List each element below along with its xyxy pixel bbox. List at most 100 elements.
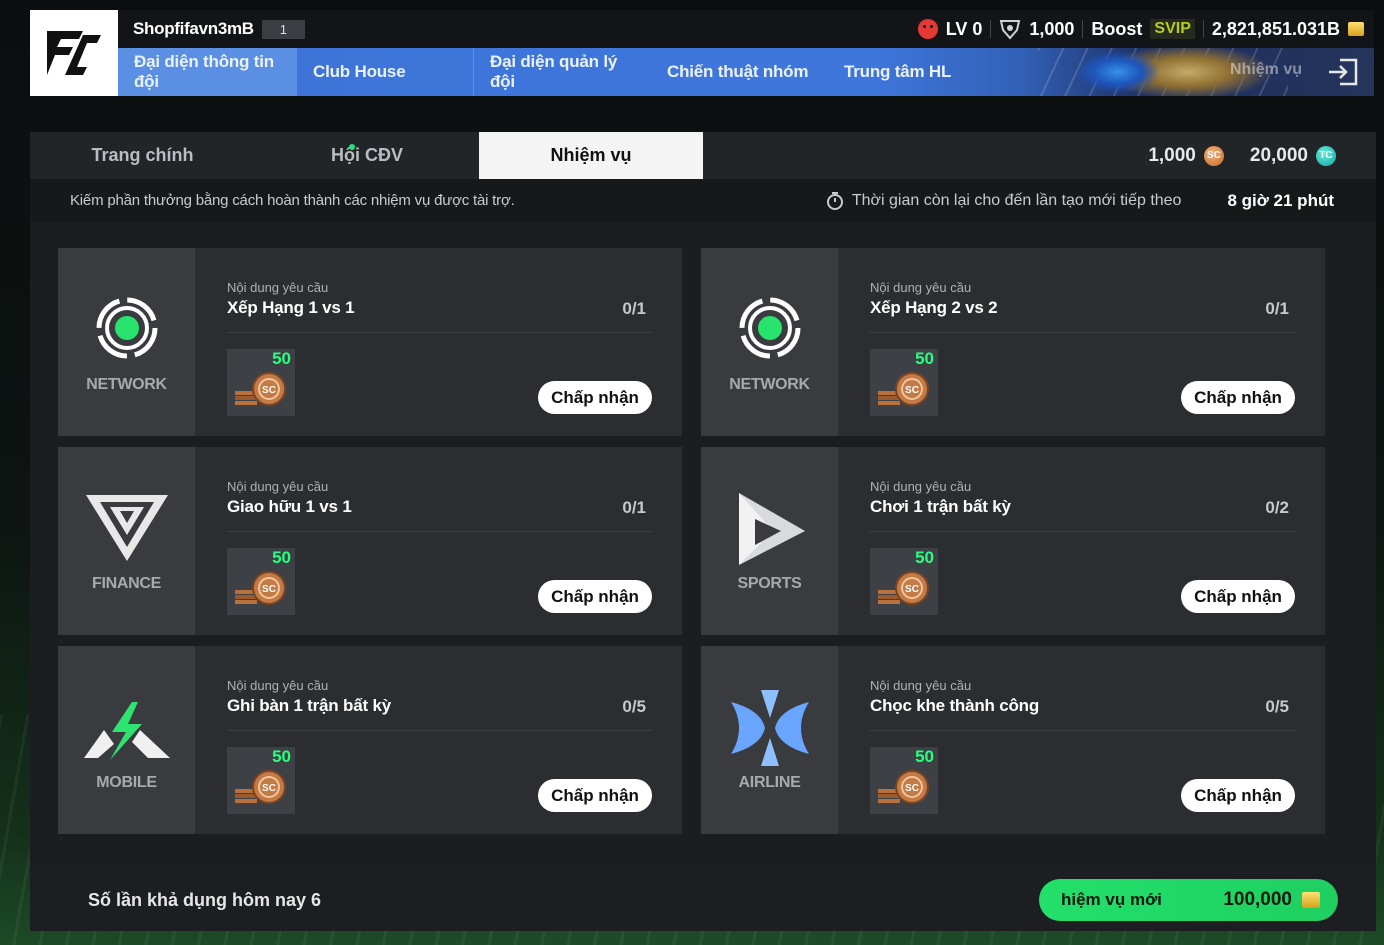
notification-dot (349, 144, 355, 150)
tc-coin-icon: TC (1316, 145, 1336, 166)
reward-amount: 50 (272, 747, 291, 766)
sc-coins-stack-icon: SC (235, 372, 286, 406)
sponsor-logo: AIRLINE (701, 646, 838, 834)
timer-value: 8 giờ 21 phút (1227, 190, 1334, 210)
mission-card: FINANCE Nội dung yêu cầu Giao hữu 1 vs 1… (58, 447, 682, 635)
accept-button[interactable]: Chấp nhận (538, 580, 652, 613)
nav-label: Đại diện quản lý đội (490, 52, 618, 91)
mission-title: Ghi bàn 1 trận bất kỳ (227, 696, 391, 715)
accept-button[interactable]: Chấp nhận (538, 381, 652, 414)
reward-item[interactable]: SC 50 (227, 747, 295, 814)
divider (990, 20, 992, 38)
divider (227, 730, 652, 731)
sports-logo (738, 493, 805, 565)
nav-team-tactics[interactable]: Chiến thuật nhóm (651, 48, 828, 96)
nav-label: Trung tâm HL (844, 62, 952, 81)
brand-name: NETWORK (729, 376, 810, 393)
new-mission-button[interactable]: hiệm vụ mới 100,000 (1039, 879, 1338, 921)
divider (1082, 20, 1084, 38)
mission-card: MOBILE Nội dung yêu cầu Ghi bàn 1 trận b… (58, 646, 682, 834)
svg-text:SC: SC (905, 584, 919, 595)
accept-button[interactable]: Chấp nhận (1181, 580, 1295, 613)
card-body: Nội dung yêu cầu Xếp Hạng 1 vs 1 0/1 SC … (195, 248, 682, 436)
finance-logo (85, 495, 168, 561)
sc-coins-stack-icon: SC (235, 770, 286, 804)
svip-badge: SVIP (1150, 19, 1195, 39)
reward-amount: 50 (272, 548, 291, 567)
reward-item[interactable]: SC 50 (870, 548, 938, 615)
reward-item[interactable]: SC 50 (227, 349, 295, 416)
brand-name: FINANCE (91, 575, 161, 592)
sponsor-logo: MOBILE (58, 646, 195, 834)
sc-coins-stack-icon: SC (878, 372, 929, 406)
bottom-bar: Số lần khả dụng hôm nay 6 hiệm vụ mới 10… (30, 869, 1376, 931)
username: Shopfifavn3mB (133, 19, 254, 38)
mission-progress: 0/5 (622, 697, 646, 716)
divider (870, 332, 1295, 333)
card-body: Nội dung yêu cầu Chọc khe thành công 0/5… (838, 646, 1325, 834)
reward-amount: 50 (915, 747, 934, 766)
tab-label: Nhiệm vụ (550, 145, 632, 165)
mobile-logo (83, 702, 170, 760)
divider (227, 531, 652, 532)
new-mission-price: 100,000 (1223, 889, 1292, 910)
main-nav: Đại diện thông tin đội Club House Đại di… (118, 48, 1374, 96)
tab-missions[interactable]: Nhiệm vụ (479, 132, 703, 179)
divider (870, 531, 1295, 532)
uses-today: Số lần khả dụng hôm nay 6 (88, 889, 322, 910)
tab-bar: Trang chính Hội CĐV Nhiệm vụ 1,000 SC 20… (30, 132, 1376, 179)
card-body: Nội dung yêu cầu Ghi bàn 1 trận bất kỳ 0… (195, 646, 682, 834)
brand-name: MOBILE (96, 774, 157, 791)
nav-team-info[interactable]: Đại diện thông tin đội (118, 48, 296, 96)
mission-description: Kiếm phần thưởng bằng cách hoàn thành cá… (70, 192, 515, 209)
fc-logo[interactable] (30, 10, 118, 96)
accept-button[interactable]: Chấp nhận (538, 779, 652, 812)
stopwatch-icon (826, 191, 843, 210)
mission-progress: 0/5 (1265, 697, 1289, 716)
top-stats: LV 0 1,000 Boost SVIP 2,821,851.031B (917, 10, 1364, 48)
shield-value: 1,000 (1029, 18, 1075, 39)
sponsor-logo: NETWORK (701, 248, 838, 436)
nav-training-center[interactable]: Trung tâm HL (828, 48, 978, 96)
requirement-label: Nội dung yêu cầu (227, 280, 329, 295)
nav-label: Club House (313, 62, 406, 81)
sponsor-logo: FINANCE (58, 447, 195, 635)
requirement-label: Nội dung yêu cầu (870, 280, 972, 295)
sponsor-logo: NETWORK (58, 248, 195, 436)
reward-item[interactable]: SC 50 (870, 747, 938, 814)
tab-label: Trang chính (91, 145, 194, 165)
reward-amount: 50 (272, 349, 291, 368)
accept-button[interactable]: Chấp nhận (1181, 779, 1295, 812)
nav-label: Đại diện thông tin đội (134, 52, 274, 91)
card-body: Nội dung yêu cầu Chơi 1 trận bất kỳ 0/2 … (838, 447, 1325, 635)
divider (1202, 20, 1204, 38)
refresh-timer: Thời gian còn lại cho đến lần tạo mới ti… (826, 179, 1334, 222)
nav-club-house[interactable]: Club House (297, 48, 473, 96)
mission-title: Xếp Hạng 1 vs 1 (227, 298, 355, 317)
sponsor-logo: SPORTS (701, 447, 838, 635)
boost-label: Boost (1091, 18, 1143, 39)
mission-title: Xếp Hạng 2 vs 2 (870, 298, 998, 317)
tab-fan-club[interactable]: Hội CĐV (255, 132, 479, 179)
sc-coins-stack-icon: SC (878, 571, 929, 605)
svg-text:SC: SC (262, 584, 276, 595)
requirement-label: Nội dung yêu cầu (227, 678, 329, 693)
timer-label: Thời gian còn lại cho đến lần tạo mới ti… (851, 191, 1182, 209)
sad-face-icon (917, 19, 938, 39)
exit-icon[interactable] (1326, 56, 1360, 88)
accept-button[interactable]: Chấp nhận (1181, 381, 1295, 414)
reward-item[interactable]: SC 50 (227, 548, 295, 615)
mission-card: SPORTS Nội dung yêu cầu Chơi 1 trận bất … (701, 447, 1325, 635)
shield-icon (1000, 20, 1021, 40)
nav-team-manager[interactable]: Đại diện quản lý đội (474, 48, 651, 96)
svg-text:SC: SC (262, 385, 276, 396)
nav-missions-ghost[interactable]: Nhiệm vụ (1230, 61, 1302, 79)
tab-main[interactable]: Trang chính (30, 132, 255, 179)
mission-progress: 0/1 (1265, 299, 1289, 318)
network-logo (739, 297, 800, 359)
reward-amount: 50 (915, 349, 934, 368)
gold-bars-icon (1302, 892, 1320, 908)
new-mission-label: hiệm vụ mới (1061, 890, 1162, 909)
reward-item[interactable]: SC 50 (870, 349, 938, 416)
svg-text:SC: SC (905, 385, 919, 396)
